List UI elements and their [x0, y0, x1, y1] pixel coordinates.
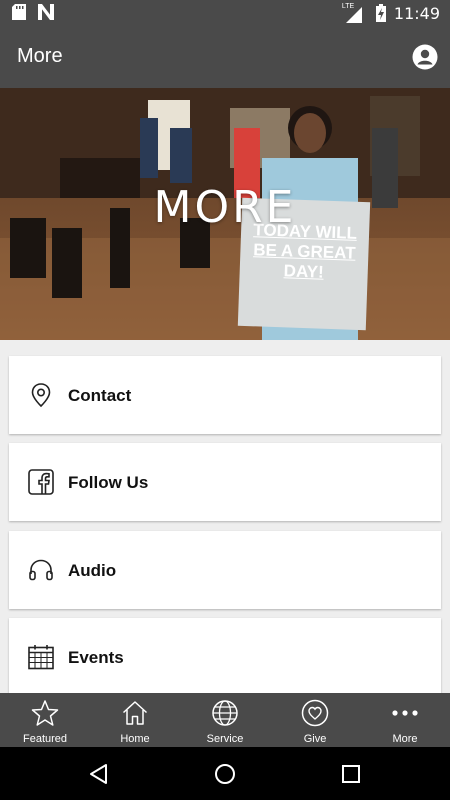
more-dots-icon — [392, 710, 418, 716]
battery-charging-icon — [375, 4, 386, 22]
tab-give[interactable]: Give — [270, 693, 360, 747]
star-icon — [31, 700, 59, 726]
profile-button[interactable] — [412, 44, 438, 70]
globe-icon — [212, 700, 238, 726]
menu-item-audio[interactable]: Audio — [9, 531, 441, 609]
status-time: 11:49 — [393, 3, 440, 23]
tab-label: Service — [206, 733, 244, 745]
map-pin-icon — [31, 383, 51, 408]
menu-item-follow-us[interactable]: Follow Us — [9, 443, 441, 521]
menu-item-label: Events — [68, 648, 124, 667]
menu-item-label: Follow Us — [68, 473, 149, 492]
hero-title: MORE — [153, 182, 297, 233]
menu-item-events[interactable]: Events — [9, 618, 441, 693]
tab-featured[interactable]: Featured — [0, 693, 90, 747]
sd-card-icon — [12, 4, 26, 20]
hero-banner: TODAY WILL BE A GREAT DAY! MORE — [0, 88, 450, 340]
account-circle-icon — [412, 44, 438, 70]
heart-icon — [301, 699, 329, 727]
system-nav-bar — [0, 747, 450, 800]
menu-list: Contact Follow Us Audio Events — [0, 340, 450, 693]
menu-item-contact[interactable]: Contact — [9, 356, 441, 434]
signal-icon: LTE — [342, 3, 368, 23]
menu-item-label: Audio — [68, 561, 117, 580]
page-title: More — [17, 45, 63, 67]
tab-home[interactable]: Home — [90, 693, 180, 747]
headphones-icon — [29, 559, 53, 581]
tab-label: Give — [303, 733, 327, 745]
notification-n-icon — [38, 4, 54, 20]
tab-label: Home — [120, 733, 150, 745]
status-bar: LTE 11:49 — [0, 0, 450, 26]
recents-icon[interactable] — [340, 763, 362, 785]
home-icon — [122, 701, 148, 725]
home-circle-icon[interactable] — [214, 763, 236, 785]
facebook-icon — [28, 469, 54, 495]
app-bar: More — [0, 26, 450, 88]
back-icon[interactable] — [88, 763, 110, 785]
tab-more[interactable]: More — [360, 693, 450, 747]
calendar-icon — [28, 645, 54, 670]
tab-label: Featured — [22, 733, 68, 745]
tab-label: More — [392, 733, 418, 745]
tab-service[interactable]: Service — [180, 693, 270, 747]
bottom-tab-bar: Featured Home Service Give More — [0, 693, 450, 747]
menu-item-label: Contact — [68, 386, 132, 405]
